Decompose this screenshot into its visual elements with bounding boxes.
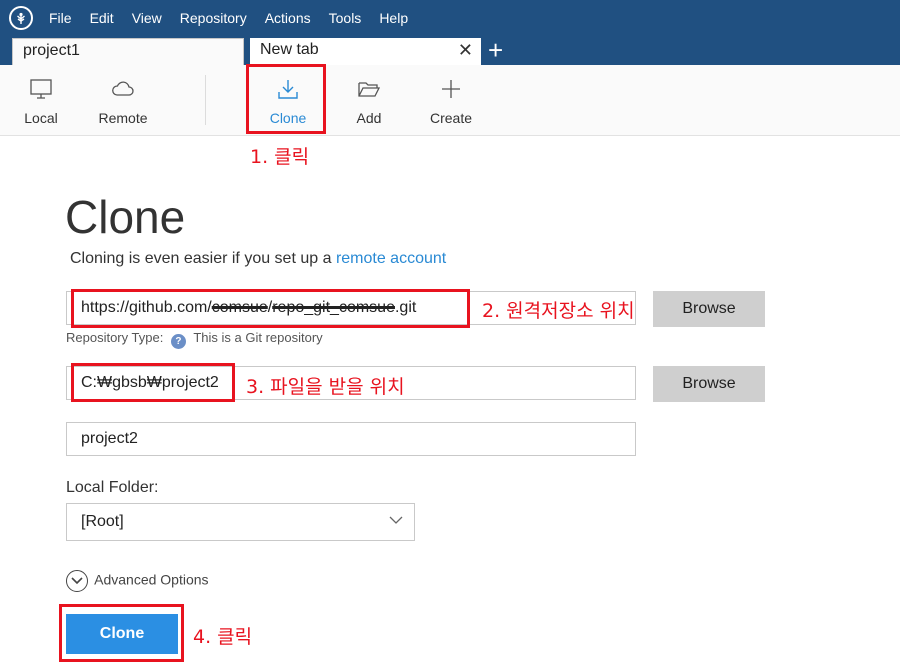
create-button[interactable]: Create <box>416 65 486 136</box>
cloud-icon <box>112 81 134 96</box>
annotation-box-clone-button <box>59 604 184 662</box>
menu-actions[interactable]: Actions <box>265 10 311 26</box>
menu-file[interactable]: File <box>49 10 72 26</box>
browse-destination-button[interactable]: Browse <box>653 366 765 402</box>
remote-account-link[interactable]: remote account <box>336 250 446 267</box>
repository-type: Repository Type: ? This is a Git reposit… <box>66 330 323 349</box>
toolbar-divider <box>205 75 206 125</box>
menu-edit[interactable]: Edit <box>90 10 114 26</box>
annotation-3: 3. 파일을 받을 위치 <box>246 376 405 398</box>
subtitle-text: Cloning is even easier if you set up a <box>70 250 332 267</box>
local-folder-select[interactable]: [Root] <box>66 503 415 541</box>
remote-button[interactable]: Remote <box>88 65 158 136</box>
close-icon[interactable]: ✕ <box>458 40 473 61</box>
annotation-1: 1. 클릭 <box>250 146 310 168</box>
toolbar: Local Remote Clone Add Create <box>0 65 900 136</box>
app-logo-icon <box>9 6 33 30</box>
browse-source-button[interactable]: Browse <box>653 291 765 327</box>
local-label: Local <box>24 110 58 126</box>
create-label: Create <box>429 110 473 126</box>
tab-label: project1 <box>23 42 80 59</box>
folder-open-icon <box>358 82 381 97</box>
tab-project1[interactable]: project1 <box>12 38 244 65</box>
tab-label: New tab <box>260 41 319 58</box>
add-label: Add <box>356 110 382 126</box>
menu-tools[interactable]: Tools <box>329 10 362 26</box>
add-button[interactable]: Add <box>334 65 404 136</box>
menu-repository[interactable]: Repository <box>180 10 247 26</box>
menu-help[interactable]: Help <box>379 10 408 26</box>
advanced-options-toggle[interactable]: Advanced Options <box>66 570 209 592</box>
repo-name-value: project2 <box>81 430 138 447</box>
tab-new-tab[interactable]: New tab ✕ <box>250 38 481 65</box>
local-button[interactable]: Local <box>6 65 76 136</box>
menu-items: File Edit View Repository Actions Tools … <box>40 0 417 36</box>
page-title: Clone <box>65 191 186 243</box>
repo-type-label: Repository Type: <box>66 330 164 345</box>
local-folder-label: Local Folder: <box>66 479 159 496</box>
repo-name-input[interactable]: project2 <box>66 422 636 456</box>
annotation-box-url <box>71 289 470 328</box>
annotation-box-path <box>71 363 235 402</box>
subtitle: Cloning is even easier if you set up a r… <box>70 250 446 268</box>
annotation-2: 2. 원격저장소 위치 <box>482 300 635 322</box>
remote-label: Remote <box>98 110 148 126</box>
chevron-circle-down-icon <box>66 570 88 592</box>
add-tab-icon[interactable]: + <box>488 36 503 64</box>
repo-type-value: This is a Git repository <box>193 330 323 345</box>
annotation-4: 4. 클릭 <box>193 626 253 648</box>
plus-icon <box>442 80 460 98</box>
help-icon[interactable]: ? <box>170 334 186 349</box>
advanced-options-label: Advanced Options <box>94 571 209 588</box>
annotation-box-clone-tool <box>246 64 326 134</box>
local-folder-value: [Root] <box>81 513 124 530</box>
tab-strip: project1 New tab ✕ + <box>0 36 900 65</box>
menu-view[interactable]: View <box>132 10 162 26</box>
monitor-icon <box>30 79 52 99</box>
menu-bar: File Edit View Repository Actions Tools … <box>0 0 900 36</box>
chevron-down-icon <box>389 516 403 524</box>
